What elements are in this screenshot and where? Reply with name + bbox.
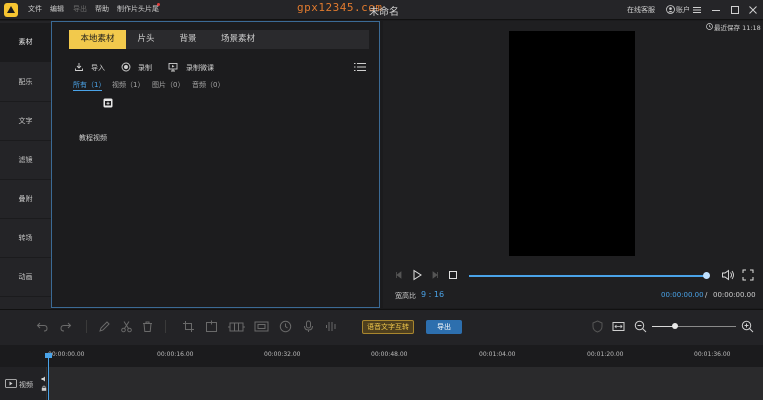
track-lock-icon[interactable] xyxy=(41,385,47,391)
filter-image[interactable]: 图片（0） xyxy=(152,80,184,90)
playhead-handle[interactable] xyxy=(45,353,52,358)
tab-text[interactable]: 文字 xyxy=(0,102,51,141)
undo-icon[interactable] xyxy=(36,320,49,333)
redo-icon[interactable] xyxy=(59,320,72,333)
app-logo-icon xyxy=(7,6,15,13)
record-icon[interactable] xyxy=(121,62,131,72)
filter-video[interactable]: 视频（1） xyxy=(112,80,144,90)
aspect-ratio-value[interactable]: 9 : 16 xyxy=(421,290,444,299)
frame-icon[interactable] xyxy=(254,320,269,333)
menu-export[interactable]: 导出 xyxy=(73,4,87,14)
filter-all[interactable]: 所有（1） xyxy=(73,80,105,90)
folder-add-icon[interactable] xyxy=(103,98,113,108)
clock-icon xyxy=(706,23,713,30)
next-frame-icon[interactable] xyxy=(430,270,440,280)
document-title: 未命名 xyxy=(369,7,399,18)
tab-scene-media[interactable]: 场景素材 xyxy=(210,30,266,49)
shield-icon[interactable] xyxy=(591,320,604,333)
audio-split-icon[interactable] xyxy=(325,320,338,333)
timeline-ruler[interactable] xyxy=(48,345,763,365)
recent-save-status: 最近保存 11:18 xyxy=(714,24,761,32)
volume-icon[interactable] xyxy=(721,269,735,281)
maximize-icon[interactable] xyxy=(728,3,742,17)
scissors-icon[interactable] xyxy=(120,320,133,333)
record-label[interactable]: 录制 xyxy=(138,63,152,73)
tab-background[interactable]: 背景 xyxy=(168,30,208,49)
tab-music[interactable]: 配乐 xyxy=(0,63,51,102)
track-mute-icon[interactable] xyxy=(41,376,47,382)
menu-edit[interactable]: 编辑 xyxy=(50,4,64,14)
folder-title[interactable]: 教程视频 xyxy=(79,133,107,143)
app-logo xyxy=(4,3,18,17)
current-time: 00:00:00.00 xyxy=(661,291,704,299)
zoom-in-icon[interactable] xyxy=(741,320,754,333)
trash-icon[interactable] xyxy=(141,320,154,333)
user-icon[interactable] xyxy=(666,5,675,14)
time-separator: / xyxy=(705,291,708,299)
mosaic-icon[interactable] xyxy=(205,320,218,333)
screen-record-icon[interactable] xyxy=(168,62,178,72)
import-label[interactable]: 导入 xyxy=(91,63,105,73)
account-label[interactable]: 账户 xyxy=(676,5,690,15)
notification-dot xyxy=(157,3,160,6)
minimize-icon[interactable] xyxy=(709,3,723,17)
stop-icon[interactable] xyxy=(448,270,458,280)
previous-frame-icon[interactable] xyxy=(394,270,404,280)
playback-progress-bar[interactable] xyxy=(469,275,706,277)
speed-icon[interactable] xyxy=(279,320,292,333)
menu-file[interactable]: 文件 xyxy=(28,4,42,14)
crop-icon[interactable] xyxy=(182,320,195,333)
voiceover-icon[interactable] xyxy=(302,320,315,333)
total-time: 00:00:00.00 xyxy=(713,291,756,299)
pen-icon[interactable] xyxy=(98,320,111,333)
fullscreen-icon[interactable] xyxy=(742,269,754,281)
export-button[interactable]: 导出 xyxy=(426,320,462,334)
speech-text-convert-button[interactable]: 语音文字互转 xyxy=(362,320,414,334)
toolbar-divider xyxy=(86,320,87,333)
tab-materials[interactable]: 素材 xyxy=(0,23,51,62)
online-support-link[interactable]: 在线客服 xyxy=(627,5,655,15)
close-icon[interactable] xyxy=(746,3,760,17)
left-tab-bar: 素材 配乐 文字 滤镜 叠附 转场 动画 xyxy=(0,21,51,309)
tab-intro[interactable]: 片头 xyxy=(126,30,166,49)
video-track[interactable] xyxy=(48,367,763,400)
tab-overlays[interactable]: 叠附 xyxy=(0,180,51,219)
video-track-label: 视频 xyxy=(19,381,33,389)
menu-icon[interactable] xyxy=(690,3,704,17)
video-track-icon xyxy=(5,379,17,388)
tab-local-media[interactable]: 本地素材 xyxy=(69,30,126,49)
zoom-slider-knob[interactable] xyxy=(672,323,678,329)
fit-timeline-icon[interactable] xyxy=(612,320,625,333)
list-view-icon[interactable] xyxy=(354,62,366,72)
playhead[interactable] xyxy=(48,355,49,400)
tab-transitions[interactable]: 转场 xyxy=(0,219,51,258)
play-icon[interactable] xyxy=(411,269,423,281)
toolbar-divider xyxy=(165,320,166,333)
screen-record-label[interactable]: 录制微课 xyxy=(186,63,214,73)
aspect-ratio-label: 宽高比 xyxy=(395,292,416,300)
menu-help[interactable]: 帮助 xyxy=(95,4,109,14)
filter-audio[interactable]: 音频（0） xyxy=(192,80,224,90)
tab-filters[interactable]: 滤镜 xyxy=(0,141,51,180)
split-screen-icon[interactable] xyxy=(228,320,245,333)
active-filter-underline xyxy=(73,90,102,91)
video-canvas xyxy=(509,31,635,256)
playback-progress-knob[interactable] xyxy=(703,272,710,279)
zoom-out-icon[interactable] xyxy=(634,320,647,333)
tab-animations[interactable]: 动画 xyxy=(0,258,51,297)
import-icon[interactable] xyxy=(74,62,84,72)
menu-intro-outro[interactable]: 制作片头片尾 xyxy=(117,4,159,14)
